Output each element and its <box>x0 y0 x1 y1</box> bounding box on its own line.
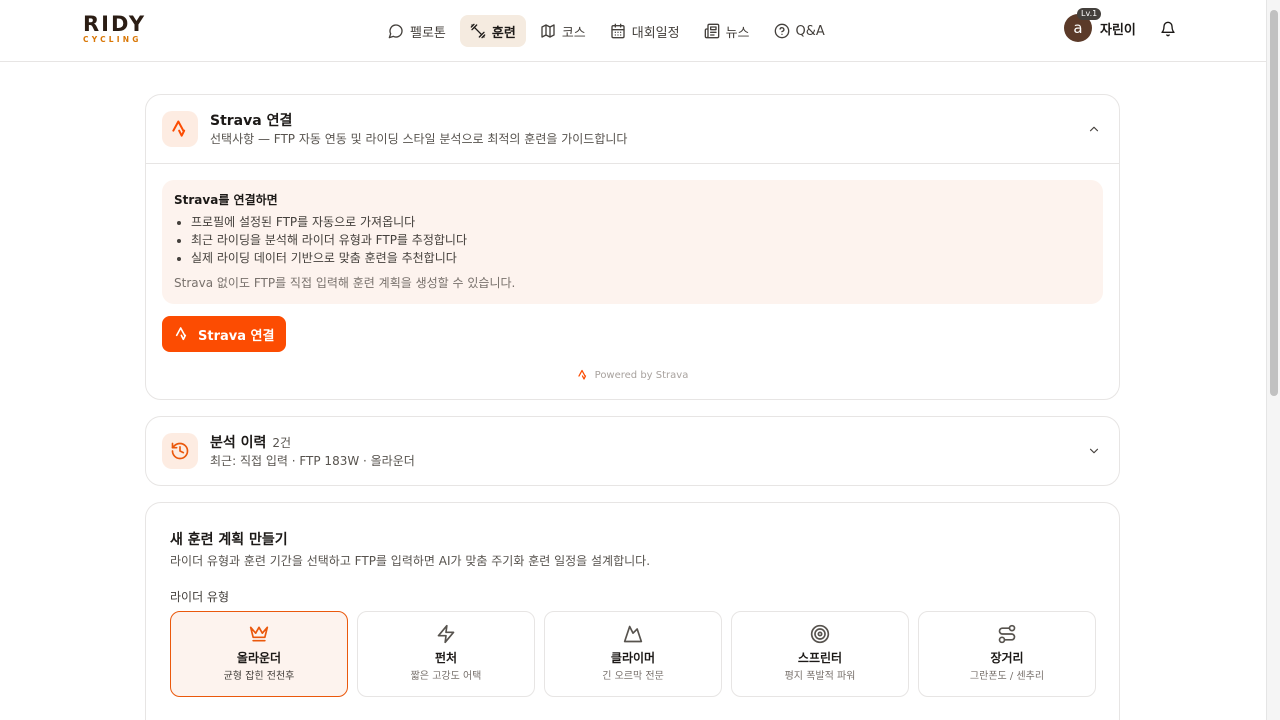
chevron-down-icon[interactable] <box>1087 444 1101 458</box>
nav-item-course[interactable]: 코스 <box>530 15 596 47</box>
bell-icon[interactable] <box>1160 20 1176 38</box>
chevron-up-icon[interactable] <box>1087 122 1101 136</box>
scrollbar-thumb[interactable] <box>1270 10 1278 396</box>
powered-by-strava: Powered by Strava <box>146 368 1119 382</box>
rider-type-desc: 짧은 고강도 어택 <box>410 671 482 682</box>
strava-connect-button[interactable]: Strava 연결 <box>162 316 287 352</box>
page-scrollbar[interactable] <box>1266 0 1280 720</box>
rider-type-desc: 평지 폭발적 파워 <box>784 671 856 682</box>
rider-type-name: 장거리 <box>990 651 1024 665</box>
rider-type-desc: 그란폰도 / 센추리 <box>969 671 1045 682</box>
list-item: 프로필에 설정된 FTP를 자동으로 가져옵니다 <box>191 213 1091 231</box>
route-icon <box>998 624 1016 644</box>
nav-item-qna[interactable]: Q&A <box>764 15 835 47</box>
nav-item-events[interactable]: 대회일정 <box>600 15 690 47</box>
divider <box>146 163 1119 164</box>
rider-type-desc: 균형 잡힌 전천후 <box>223 671 295 682</box>
benefits-list: 프로필에 설정된 FTP를 자동으로 가져옵니다 최근 라이딩을 분석해 라이더… <box>174 213 1091 267</box>
list-item: 실제 라이딩 데이터 기반으로 맞춤 훈련을 추천합니다 <box>191 249 1091 267</box>
strava-connect-card: Strava 연결 선택사항 — FTP 자동 연동 및 라이딩 스타일 분석으… <box>145 94 1120 400</box>
strava-icon <box>172 120 186 137</box>
level-badge: Lv.1 <box>1077 8 1102 20</box>
main-nav: 펠로톤 훈련 코스 대회일정 뉴스 Q&A <box>378 15 835 47</box>
calendar-icon <box>611 23 625 39</box>
nav-item-news[interactable]: 뉴스 <box>694 15 760 47</box>
nav-item-training[interactable]: 훈련 <box>459 15 526 47</box>
help-circle-icon <box>774 23 789 39</box>
rider-type-name: 올라운더 <box>236 651 282 665</box>
rider-type-sprinter[interactable]: 스프린터 평지 폭발적 파워 <box>731 611 909 697</box>
username: 자린이 <box>1100 22 1136 38</box>
rider-type-label: 라이더 유형 <box>170 590 230 604</box>
nav-label: Q&A <box>795 23 825 39</box>
new-plan-card: 새 훈련 계획 만들기 라이더 유형과 훈련 기간을 선택하고 FTP를 입력하… <box>145 502 1120 720</box>
rider-type-puncher[interactable]: 펀처 짧은 고강도 어택 <box>357 611 535 697</box>
rider-type-name: 클라이머 <box>610 651 656 665</box>
rider-type-climber[interactable]: 클라이머 긴 오르막 전문 <box>544 611 722 697</box>
rider-type-name: 펀처 <box>434 651 458 665</box>
nav-label: 코스 <box>561 25 586 41</box>
powered-label: Powered by Strava <box>594 369 689 381</box>
plan-title: 새 훈련 계획 만들기 <box>170 532 288 548</box>
history-icon <box>171 442 189 460</box>
map-icon <box>541 24 555 38</box>
lightning-icon <box>437 624 455 644</box>
strava-title: Strava 연결 <box>210 112 293 129</box>
user-menu[interactable]: a Lv.1 자린이 <box>1064 8 1136 42</box>
history-title-text: 분석 이력 <box>210 434 267 451</box>
benefits-note: Strava 없이도 FTP를 직접 입력해 훈련 계획을 생성할 수 있습니다… <box>174 276 516 290</box>
rider-type-desc: 긴 오르막 전문 <box>602 671 664 682</box>
strava-logo-icon <box>577 369 586 380</box>
top-header: RIDY CYCLING 펠로톤 훈련 코스 대회일정 뉴스 Q&A a Lv.… <box>0 0 1266 62</box>
nav-label: 대회일정 <box>631 25 680 41</box>
rider-type-allrounder[interactable]: 올라운더 균형 잡힌 전천후 <box>170 611 348 697</box>
ridy-logo[interactable]: RIDY CYCLING <box>83 14 146 44</box>
chat-bubble-icon <box>388 24 403 39</box>
avatar-initial: a <box>1073 19 1083 37</box>
strava-card-header[interactable]: Strava 연결 선택사항 — FTP 자동 연동 및 라이딩 스타일 분석으… <box>146 95 1119 163</box>
analysis-history-card: 분석 이력 2건 최근: 직접 입력 · FTP 183W · 올라운더 <box>145 416 1120 486</box>
history-title: 분석 이력 2건 <box>210 434 1087 452</box>
list-item: 최근 라이딩을 분석해 라이더 유형과 FTP를 추정합니다 <box>191 231 1091 249</box>
benefits-title: Strava를 연결하면 <box>174 193 278 207</box>
rider-type-options: 올라운더 균형 잡힌 전천후 펀처 짧은 고강도 어택 클라이머 긴 오르막 전… <box>170 611 1096 697</box>
target-icon <box>810 624 830 644</box>
strava-icon <box>175 327 187 341</box>
history-count: 2건 <box>272 435 292 450</box>
strava-subtitle: 선택사항 — FTP 자동 연동 및 라이딩 스타일 분석으로 최적의 훈련을 … <box>210 131 628 146</box>
nav-label: 훈련 <box>491 25 516 41</box>
avatar[interactable]: a Lv.1 <box>1064 8 1102 42</box>
dumbbell-icon <box>470 23 486 39</box>
newspaper-icon <box>704 23 719 39</box>
mountain-icon <box>623 625 643 643</box>
strava-icon-box <box>162 111 198 147</box>
history-card-header[interactable]: 분석 이력 2건 최근: 직접 입력 · FTP 183W · 올라운더 <box>146 417 1119 485</box>
logo-wordmark: RIDY <box>83 12 147 36</box>
plan-description: 라이더 유형과 훈련 기간을 선택하고 FTP를 입력하면 AI가 맞춤 주기화… <box>170 554 651 568</box>
history-recent: 최근: 직접 입력 · FTP 183W · 올라운더 <box>210 453 415 468</box>
nav-label: 펠로톤 <box>410 25 446 41</box>
rider-type-name: 스프린터 <box>797 651 843 665</box>
nav-item-peloton[interactable]: 펠로톤 <box>378 15 456 47</box>
strava-button-label: Strava 연결 <box>198 328 275 344</box>
crown-icon <box>249 626 269 642</box>
history-icon-box <box>162 433 198 469</box>
rider-type-endurance[interactable]: 장거리 그란폰도 / 센추리 <box>918 611 1096 697</box>
nav-label: 뉴스 <box>725 25 750 41</box>
strava-benefits-box: Strava를 연결하면 프로필에 설정된 FTP를 자동으로 가져옵니다 최근… <box>162 180 1103 304</box>
logo-subtitle: CYCLING <box>83 35 142 44</box>
